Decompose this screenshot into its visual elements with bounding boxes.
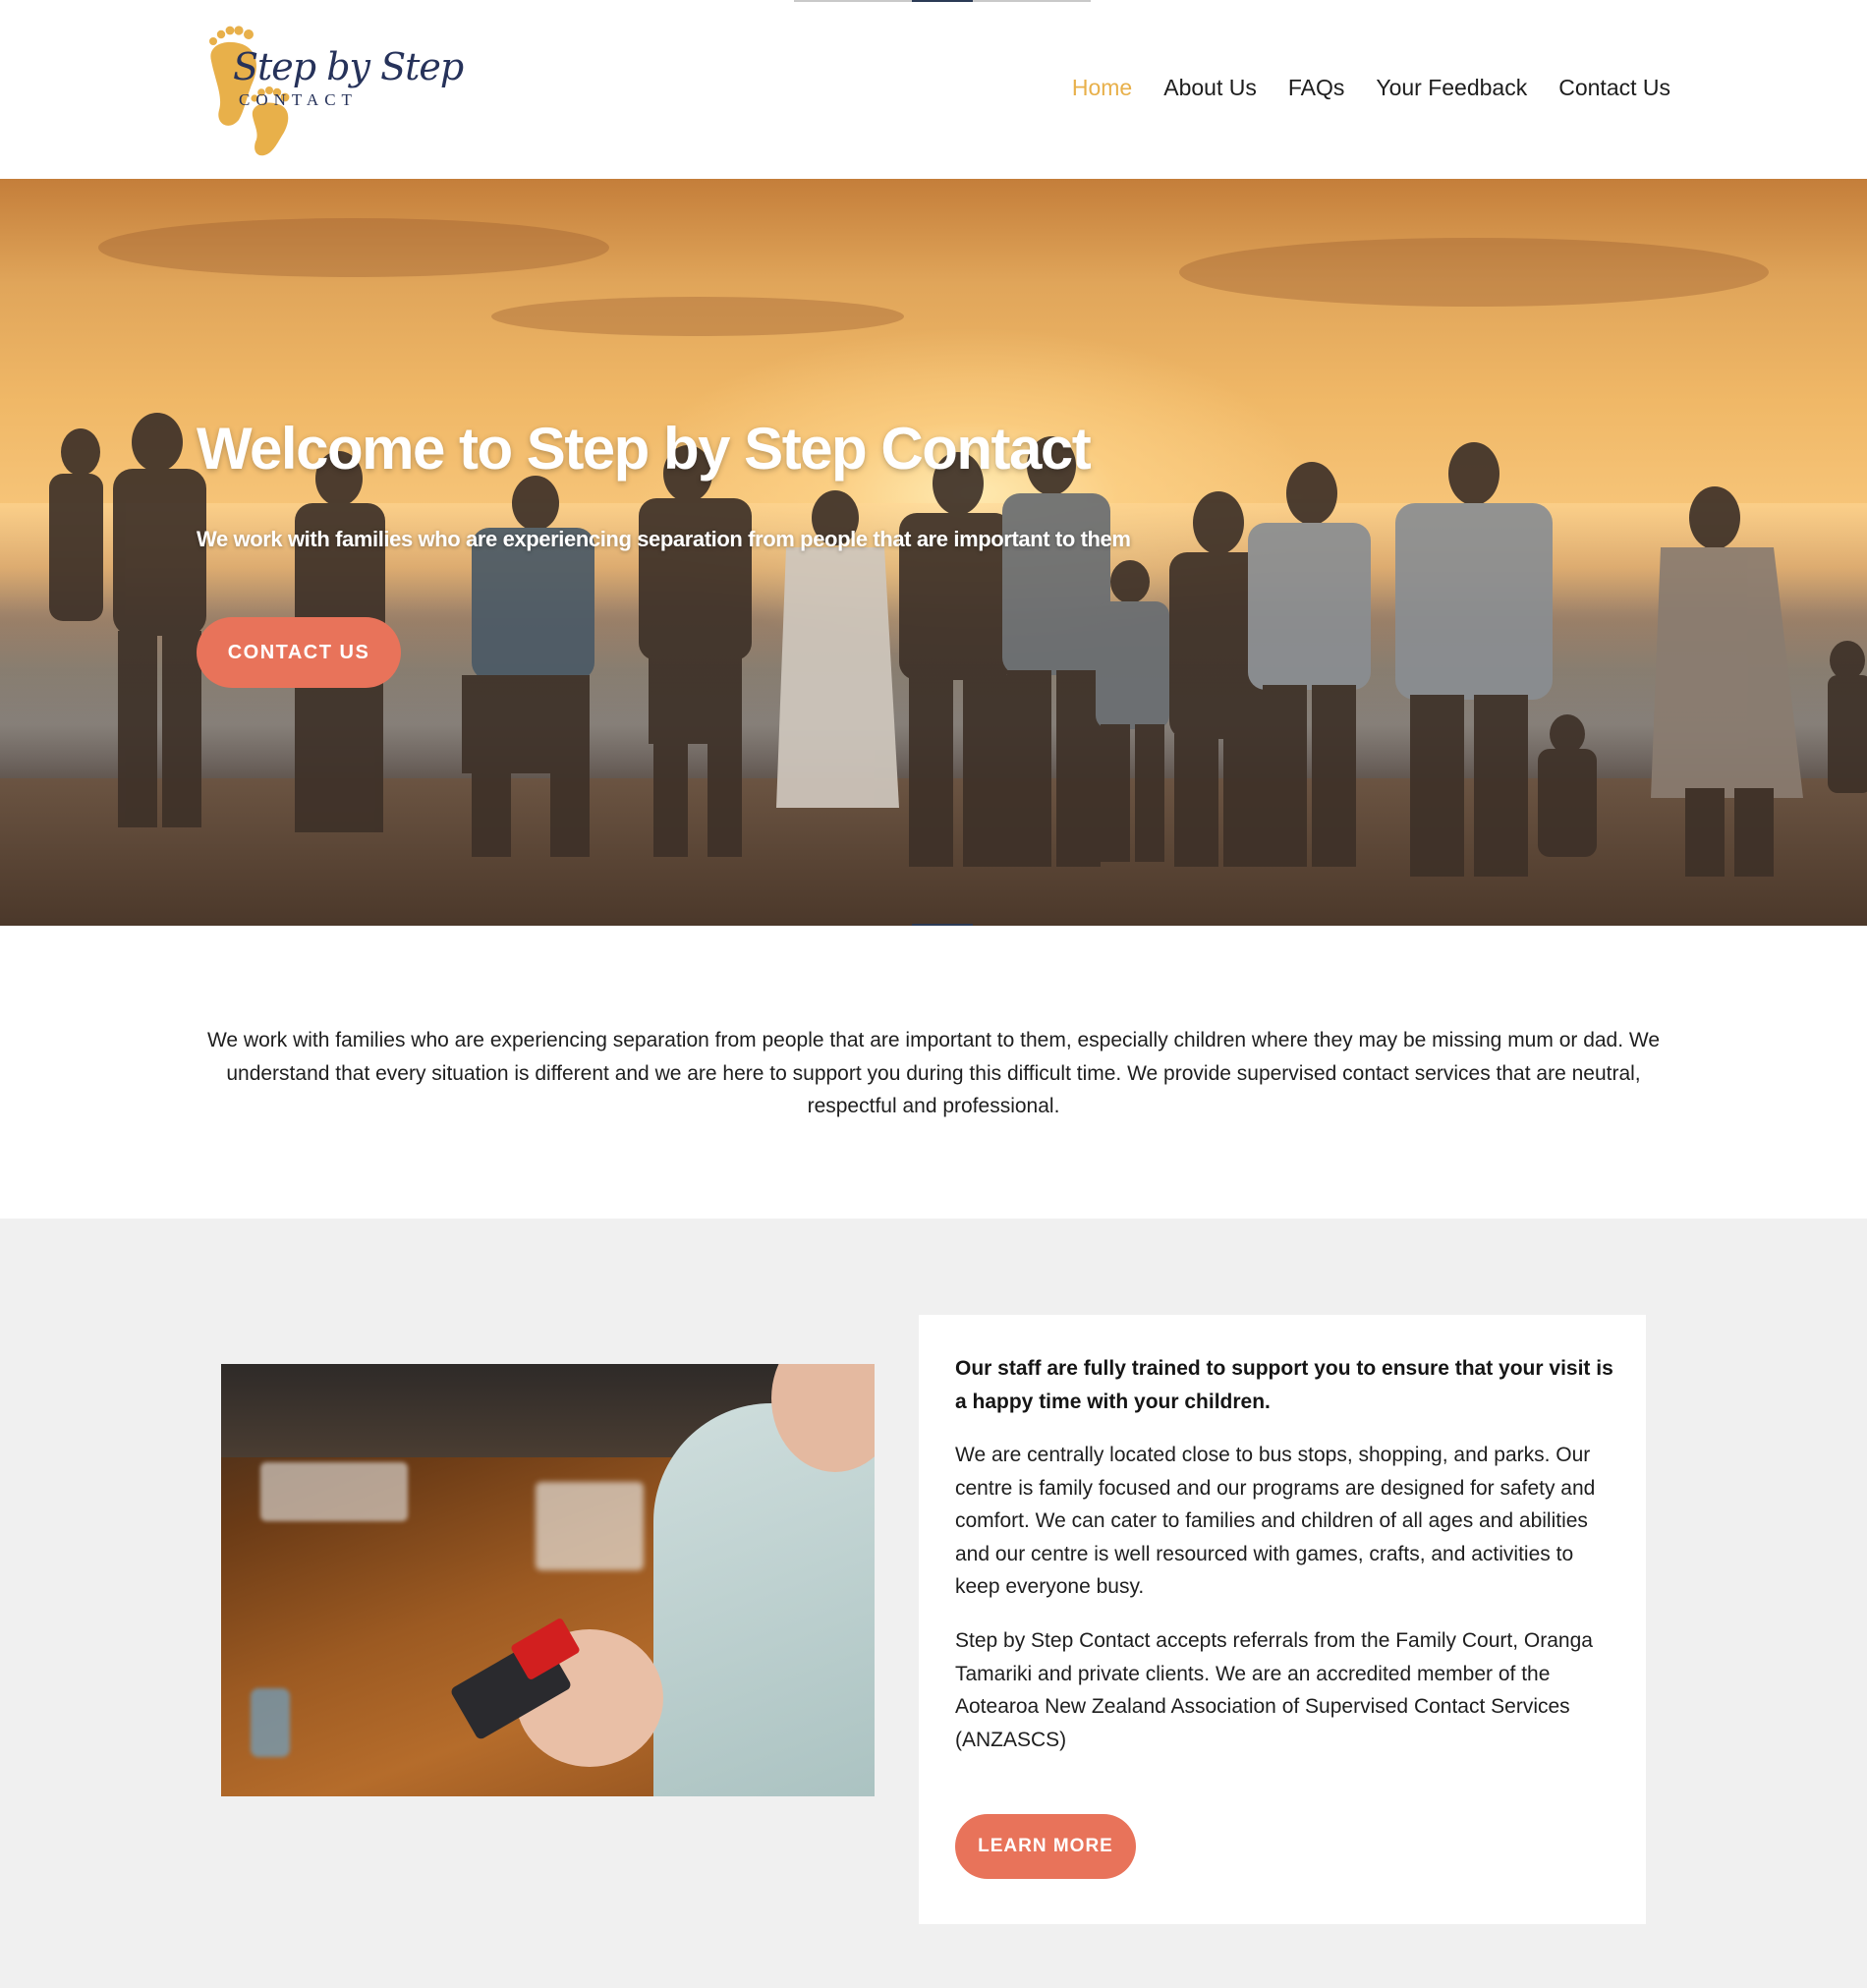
main-nav: Home About Us FAQs Your Feedback Contact…: [1041, 75, 1670, 101]
learn-more-button[interactable]: LEARN MORE: [955, 1814, 1136, 1879]
feature-section: Our staff are fully trained to support y…: [0, 1219, 1867, 1988]
top-progress-indicator: [912, 0, 973, 2]
card-paragraph-referrals: Step by Step Contact accepts referrals f…: [955, 1629, 1593, 1751]
site-logo[interactable]: Step by Step CONTACT: [201, 22, 464, 159]
logo-sub-text: CONTACT: [239, 90, 358, 109]
nav-item-faqs[interactable]: FAQs: [1288, 75, 1345, 101]
blurred-toy-figure: [251, 1688, 290, 1757]
logo-script-text: Step by Step: [233, 45, 464, 88]
hero-title: Welcome to Step by Step Contact: [197, 416, 1092, 482]
contact-us-button[interactable]: CONTACT US: [197, 617, 401, 688]
intro-section: We work with families who are experienci…: [0, 926, 1867, 1219]
info-card: Our staff are fully trained to support y…: [919, 1315, 1646, 1924]
nav-item-contact-us[interactable]: Contact Us: [1558, 75, 1670, 101]
blurred-toy-truck: [260, 1462, 408, 1521]
site-header: Step by Step CONTACT Home About Us FAQs …: [0, 0, 1867, 179]
nav-item-your-feedback[interactable]: Your Feedback: [1376, 75, 1527, 101]
card-paragraph-location: We are centrally located close to bus st…: [955, 1444, 1596, 1598]
nav-item-home[interactable]: Home: [1072, 75, 1132, 101]
nav-item-about-us[interactable]: About Us: [1163, 75, 1257, 101]
family-silhouettes-image: [49, 413, 1867, 877]
hero-subtitle: We work with families who are experienci…: [197, 527, 1131, 551]
intro-paragraph: We work with families who are experienci…: [206, 1029, 1661, 1117]
hero-banner: Welcome to Step by Step Contact We work …: [0, 179, 1867, 926]
child-playing-lego-image: [221, 1364, 875, 1796]
card-lead-text: Our staff are fully trained to support y…: [955, 1357, 1613, 1413]
blurred-toy-box: [536, 1482, 644, 1570]
